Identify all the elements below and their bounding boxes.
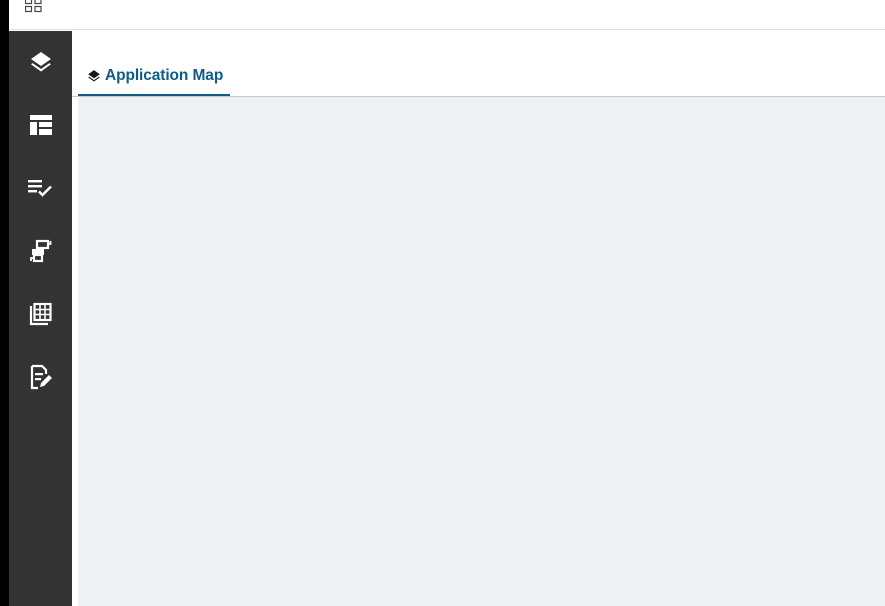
app-switcher-button[interactable] [24,0,42,15]
sidebar-item-table-layout[interactable] [9,100,72,150]
sidebar-item-flow[interactable] [9,226,72,276]
application-map-canvas[interactable] [78,97,885,606]
table-layout-icon [29,113,53,137]
tab-bar: Application Map [72,31,885,97]
sidebar-item-grid-table[interactable] [9,289,72,339]
edit-document-icon [29,364,53,390]
sidebar-item-layers[interactable] [9,37,72,87]
sidebar-item-checklist[interactable] [9,163,72,213]
grid-table-icon [29,302,53,326]
grid-icon [24,0,42,17]
window-edge [0,0,9,606]
sidebar [9,31,72,606]
checklist-icon [27,176,55,200]
flow-icon [29,238,53,264]
sidebar-item-edit-document[interactable] [9,352,72,402]
top-bar [9,0,885,30]
layers-icon [29,50,53,74]
tab-application-map[interactable]: Application Map [78,57,230,96]
main-content: Application Map [72,31,885,606]
layers-icon [87,69,101,83]
tab-label: Application Map [105,66,224,84]
